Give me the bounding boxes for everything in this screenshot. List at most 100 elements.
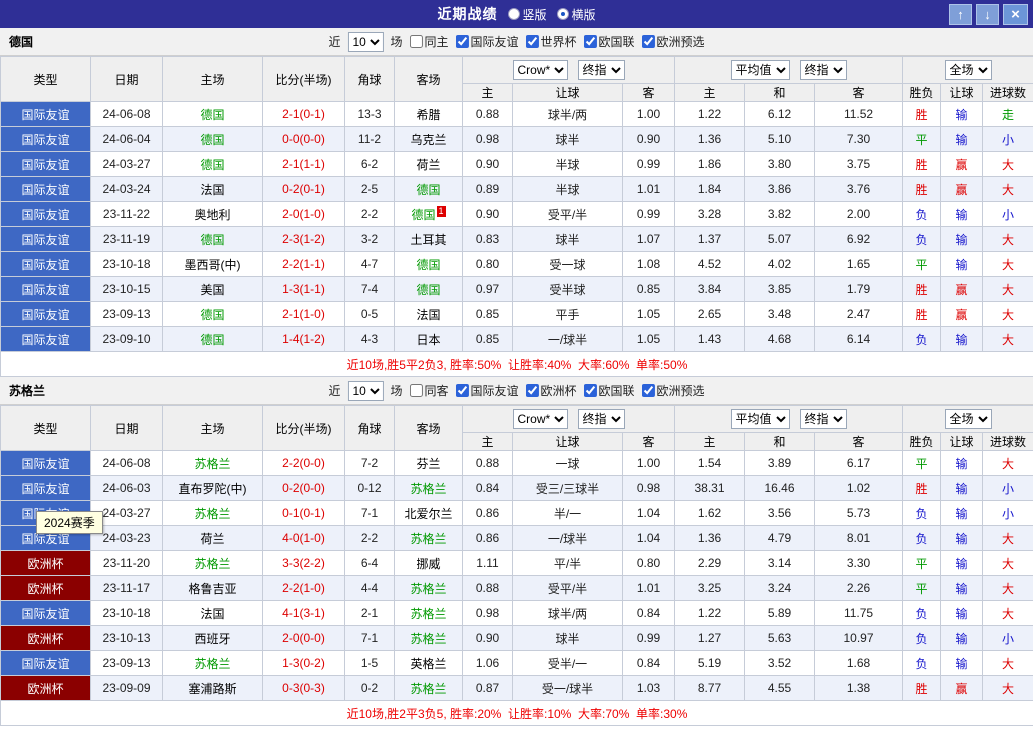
bookmaker-select[interactable]: Crow* bbox=[513, 60, 568, 80]
same-venue-checkbox[interactable]: 同客 bbox=[409, 382, 448, 399]
odds-stage-select[interactable]: 终指 bbox=[578, 60, 625, 80]
avg-home-cell: 1.62 bbox=[675, 501, 745, 526]
avg-away-cell: 3.75 bbox=[815, 152, 903, 177]
league-checkbox-friendly[interactable]: 国际友谊 bbox=[455, 33, 518, 50]
league-checkbox-nationsleague[interactable]: 欧国联 bbox=[584, 382, 635, 399]
match-row: 国际友谊23-09-10德国1-4(1-2)4-3日本0.85一/球半1.051… bbox=[1, 327, 1033, 352]
avg-away-cell: 2.00 bbox=[815, 202, 903, 227]
away-team-cell: 荷兰 bbox=[395, 152, 463, 177]
match-row: 国际友谊24-03-27苏格兰0-1(0-1)7-1北爱尔兰0.86半/一1.0… bbox=[1, 501, 1033, 526]
date-cell: 23-11-19 bbox=[91, 227, 163, 252]
avg-draw-cell: 3.56 bbox=[745, 501, 815, 526]
match-type-cell: 国际友谊 bbox=[1, 177, 91, 202]
sub-odds-home: 主 bbox=[463, 433, 513, 451]
recent-label: 近 bbox=[328, 382, 340, 399]
result-goals-cell: 大 bbox=[983, 152, 1033, 177]
score-cell: 2-1(1-0) bbox=[263, 302, 345, 327]
close-button[interactable]: × bbox=[1003, 4, 1028, 25]
league-checkbox-eurocup[interactable]: 欧洲杯 bbox=[526, 382, 577, 399]
result-goals-cell: 大 bbox=[983, 177, 1033, 202]
checkbox-icon[interactable] bbox=[409, 35, 422, 48]
scope-select[interactable]: 全场 bbox=[945, 60, 992, 80]
date-cell: 23-09-13 bbox=[91, 651, 163, 676]
result-handicap-cell: 输 bbox=[941, 551, 983, 576]
odds-away-cell: 1.01 bbox=[623, 576, 675, 601]
checkbox-icon[interactable] bbox=[584, 384, 597, 397]
avg-home-cell: 1.43 bbox=[675, 327, 745, 352]
odds-stage-select[interactable]: 终指 bbox=[578, 409, 625, 429]
result-outcome-cell: 胜 bbox=[903, 476, 941, 501]
corners-cell: 0-12 bbox=[345, 476, 395, 501]
result-handicap-cell: 输 bbox=[941, 252, 983, 277]
avg-away-cell: 1.02 bbox=[815, 476, 903, 501]
average-select[interactable]: 平均值 bbox=[731, 409, 790, 429]
radio-horizontal-layout[interactable]: 横版 bbox=[557, 6, 596, 23]
odds-away-cell: 0.99 bbox=[623, 626, 675, 651]
odds-home-cell: 0.88 bbox=[463, 451, 513, 476]
league-checkbox-nationsleague[interactable]: 欧国联 bbox=[584, 33, 635, 50]
same-venue-checkbox[interactable]: 同主 bbox=[409, 33, 448, 50]
recent-count-select[interactable]: 10 bbox=[347, 381, 383, 401]
sub-result-handicap: 让球 bbox=[941, 84, 983, 102]
away-team-cell: 苏格兰 bbox=[395, 576, 463, 601]
league-checkbox-euroqualifiers[interactable]: 欧洲预选 bbox=[642, 382, 705, 399]
avg-draw-cell: 3.82 bbox=[745, 202, 815, 227]
average-stage-select[interactable]: 终指 bbox=[800, 409, 847, 429]
avg-away-cell: 7.30 bbox=[815, 127, 903, 152]
page-title: 近期战绩 bbox=[437, 4, 497, 24]
average-stage-select[interactable]: 终指 bbox=[800, 60, 847, 80]
radio-icon[interactable] bbox=[507, 8, 519, 20]
radio-vertical-layout[interactable]: 竖版 bbox=[507, 6, 546, 23]
checkbox-icon[interactable] bbox=[642, 35, 655, 48]
away-team-cell: 土耳其 bbox=[395, 227, 463, 252]
odds-home-cell: 0.84 bbox=[463, 476, 513, 501]
away-team-cell: 德国 bbox=[395, 177, 463, 202]
checkbox-icon[interactable] bbox=[455, 35, 468, 48]
home-team-cell: 法国 bbox=[163, 601, 263, 626]
checkbox-icon[interactable] bbox=[526, 35, 539, 48]
recent-label: 近 bbox=[328, 33, 340, 50]
avg-draw-cell: 6.12 bbox=[745, 102, 815, 127]
match-row: 国际友谊23-11-19德国2-3(1-2)3-2土耳其0.83球半1.071.… bbox=[1, 227, 1033, 252]
title-group: 近期战绩 竖版 横版 bbox=[437, 4, 595, 24]
col-away: 客场 bbox=[395, 406, 463, 451]
recent-count-select[interactable]: 10 bbox=[347, 32, 383, 52]
result-outcome-cell: 胜 bbox=[903, 302, 941, 327]
result-handicap-cell: 输 bbox=[941, 102, 983, 127]
bookmaker-select[interactable]: Crow* bbox=[513, 409, 568, 429]
score-cell: 1-4(1-2) bbox=[263, 327, 345, 352]
league-label: 欧洲杯 bbox=[541, 382, 577, 399]
date-cell: 24-06-04 bbox=[91, 127, 163, 152]
radio-icon[interactable] bbox=[557, 8, 569, 20]
checkbox-icon[interactable] bbox=[584, 35, 597, 48]
corners-cell: 7-1 bbox=[345, 501, 395, 526]
scroll-up-button[interactable]: ↑ bbox=[949, 4, 972, 25]
checkbox-icon[interactable] bbox=[642, 384, 655, 397]
col-home: 主场 bbox=[163, 57, 263, 102]
radio-vertical-label: 竖版 bbox=[522, 6, 546, 23]
result-goals-cell: 大 bbox=[983, 576, 1033, 601]
home-team-cell: 苏格兰 bbox=[163, 501, 263, 526]
summary-row: 近10场,胜2平3负5, 胜率:20% 让胜率:10% 大率:70% 单率:30… bbox=[1, 701, 1033, 726]
match-row: 欧洲杯23-10-13西班牙2-0(0-0)7-1苏格兰0.90球半0.991.… bbox=[1, 626, 1033, 651]
home-team-cell: 塞浦路斯 bbox=[163, 676, 263, 701]
score-cell: 3-3(2-2) bbox=[263, 551, 345, 576]
league-checkbox-worldcup[interactable]: 世界杯 bbox=[526, 33, 577, 50]
odds-handicap-cell: 一球 bbox=[513, 451, 623, 476]
checkbox-icon[interactable] bbox=[526, 384, 539, 397]
scope-select[interactable]: 全场 bbox=[945, 409, 992, 429]
odds-handicap-cell: 一/球半 bbox=[513, 526, 623, 551]
col-corners: 角球 bbox=[345, 57, 395, 102]
checkbox-icon[interactable] bbox=[455, 384, 468, 397]
league-checkbox-euroqualifiers[interactable]: 欧洲预选 bbox=[642, 33, 705, 50]
league-checkbox-friendly[interactable]: 国际友谊 bbox=[455, 382, 518, 399]
corners-cell: 2-5 bbox=[345, 177, 395, 202]
result-outcome-cell: 胜 bbox=[903, 277, 941, 302]
close-icon: × bbox=[1011, 7, 1020, 22]
checkbox-icon[interactable] bbox=[409, 384, 422, 397]
odds-away-cell: 0.85 bbox=[623, 277, 675, 302]
league-label: 欧洲预选 bbox=[657, 382, 705, 399]
result-handicap-cell: 输 bbox=[941, 451, 983, 476]
scroll-down-button[interactable]: ↓ bbox=[976, 4, 999, 25]
average-select[interactable]: 平均值 bbox=[731, 60, 790, 80]
